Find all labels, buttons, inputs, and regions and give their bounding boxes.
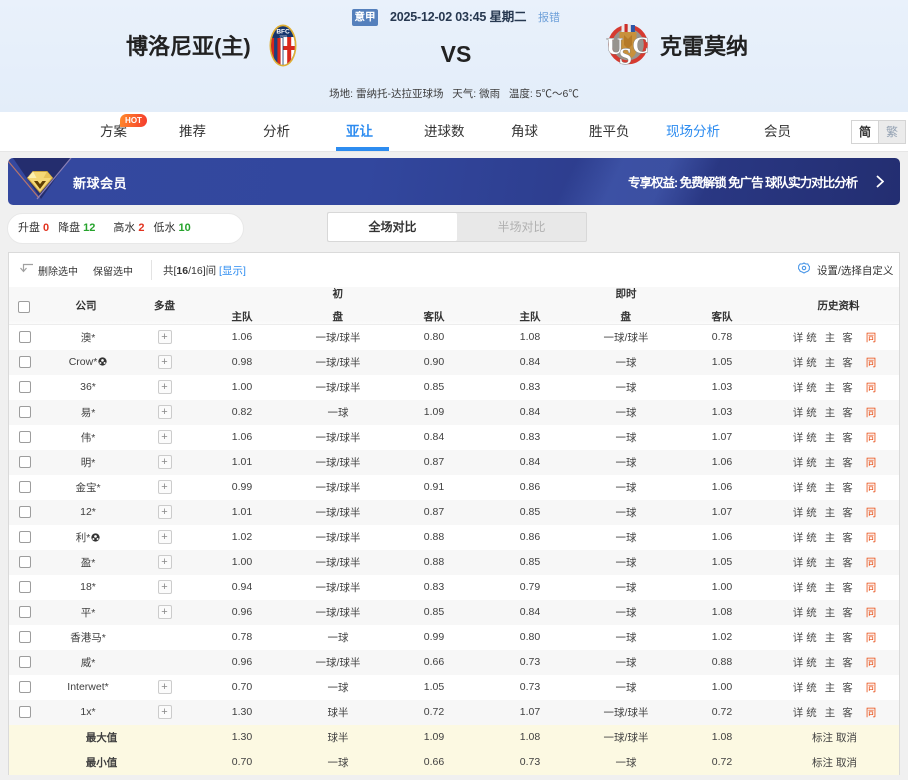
svg-text:1909: 1909 bbox=[279, 35, 287, 39]
svg-text:C: C bbox=[633, 33, 650, 58]
svg-text:S: S bbox=[619, 44, 632, 69]
